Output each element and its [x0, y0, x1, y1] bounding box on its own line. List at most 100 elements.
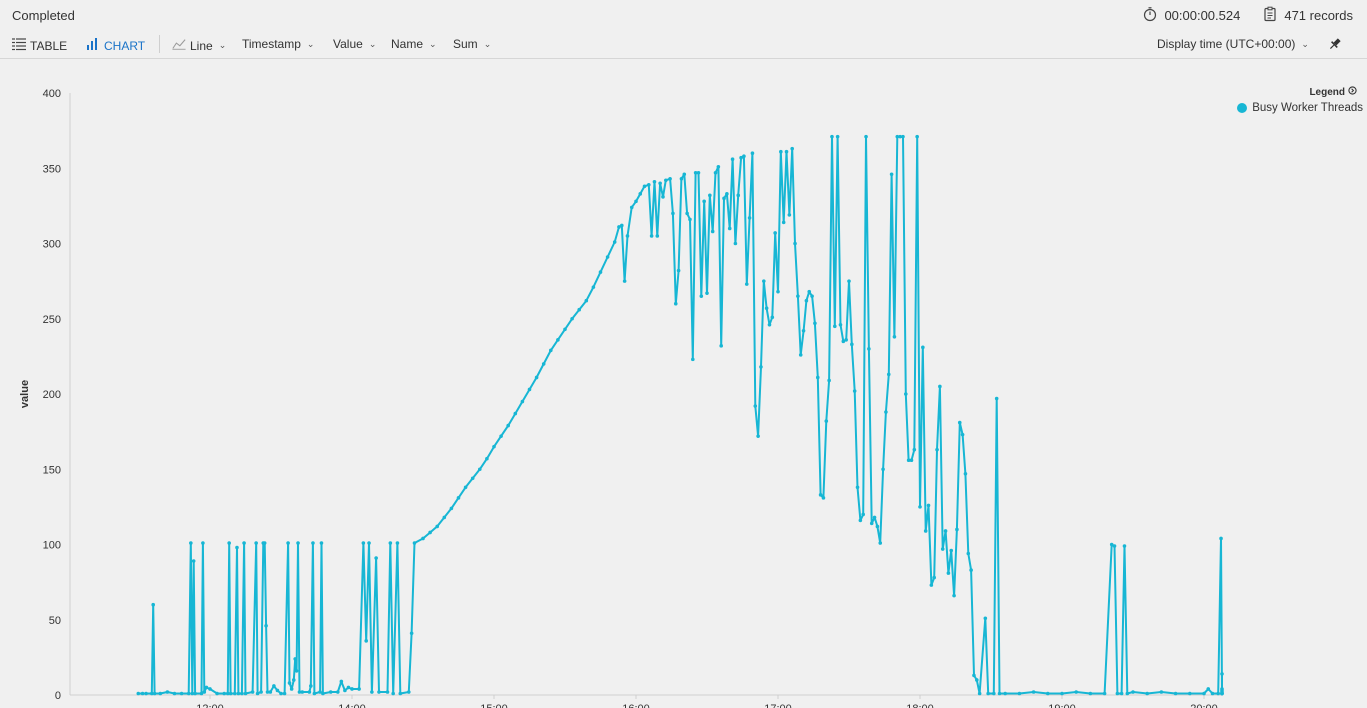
data-point[interactable]	[201, 541, 205, 545]
data-point[interactable]	[612, 240, 617, 244]
data-point[interactable]	[370, 690, 374, 694]
data-point[interactable]	[943, 529, 948, 533]
data-point[interactable]	[463, 485, 468, 490]
data-point[interactable]	[634, 199, 638, 204]
data-point[interactable]	[1119, 691, 1124, 696]
data-point[interactable]	[685, 211, 689, 216]
data-point[interactable]	[869, 521, 874, 526]
data-point[interactable]	[492, 444, 496, 449]
data-point[interactable]	[165, 690, 170, 694]
data-point[interactable]	[918, 505, 922, 509]
data-point[interactable]	[312, 691, 317, 696]
data-point[interactable]	[901, 134, 905, 139]
data-point[interactable]	[855, 485, 860, 490]
data-point[interactable]	[1088, 691, 1093, 696]
data-point[interactable]	[259, 690, 263, 694]
data-point[interactable]	[151, 602, 155, 607]
data-point[interactable]	[549, 348, 553, 353]
data-point[interactable]	[912, 447, 917, 452]
data-point[interactable]	[696, 170, 701, 175]
data-point[interactable]	[605, 255, 610, 259]
data-point[interactable]	[676, 268, 681, 273]
data-point[interactable]	[262, 541, 267, 545]
data-point[interactable]	[264, 623, 268, 628]
data-point[interactable]	[702, 199, 706, 204]
data-point[interactable]	[986, 691, 990, 696]
data-point[interactable]	[527, 387, 532, 392]
data-point[interactable]	[655, 234, 660, 238]
data-point[interactable]	[815, 375, 820, 380]
data-point[interactable]	[892, 335, 897, 339]
data-point[interactable]	[889, 172, 894, 177]
data-point[interactable]	[824, 419, 829, 423]
data-point[interactable]	[713, 170, 718, 175]
data-point[interactable]	[1210, 691, 1215, 696]
data-point[interactable]	[391, 691, 395, 696]
data-point[interactable]	[915, 134, 919, 139]
data-point[interactable]	[346, 685, 351, 690]
legend-item-busy-worker-threads[interactable]: Busy Worker Threads	[1237, 102, 1363, 114]
data-point[interactable]	[975, 678, 979, 682]
data-point[interactable]	[140, 691, 145, 696]
data-point[interactable]	[152, 691, 157, 696]
data-point[interactable]	[921, 345, 925, 350]
data-point[interactable]	[705, 291, 709, 295]
data-point[interactable]	[1131, 690, 1135, 694]
data-point[interactable]	[679, 176, 684, 181]
data-point[interactable]	[377, 690, 381, 694]
data-point[interactable]	[730, 157, 735, 162]
data-point[interactable]	[818, 493, 823, 497]
data-point[interactable]	[598, 270, 603, 274]
data-point[interactable]	[957, 420, 962, 425]
data-point[interactable]	[642, 184, 647, 189]
data-point[interactable]	[499, 434, 503, 438]
data-point[interactable]	[762, 279, 766, 283]
data-point[interactable]	[867, 347, 871, 351]
data-point[interactable]	[864, 134, 868, 139]
data-point[interactable]	[955, 527, 959, 532]
data-point[interactable]	[977, 691, 982, 696]
data-point[interactable]	[242, 541, 246, 545]
data-point[interactable]	[649, 234, 654, 238]
data-point[interactable]	[747, 216, 752, 220]
data-point[interactable]	[736, 193, 741, 198]
data-point[interactable]	[300, 690, 305, 694]
data-point[interactable]	[293, 657, 298, 661]
data-point[interactable]	[966, 551, 971, 556]
data-point[interactable]	[759, 365, 763, 369]
data-point[interactable]	[872, 515, 877, 520]
data-point[interactable]	[1122, 544, 1127, 548]
data-point[interactable]	[804, 298, 809, 303]
data-point[interactable]	[807, 289, 812, 294]
data-point[interactable]	[1060, 691, 1064, 696]
data-point[interactable]	[336, 690, 340, 694]
data-point[interactable]	[756, 434, 760, 438]
data-point[interactable]	[646, 183, 651, 187]
data-point[interactable]	[1031, 690, 1036, 694]
data-point[interactable]	[1115, 691, 1120, 696]
y-axis-dropdown[interactable]: Value ⌄	[333, 37, 376, 51]
data-point[interactable]	[233, 691, 237, 696]
data-point[interactable]	[357, 687, 361, 691]
data-point[interactable]	[189, 541, 193, 545]
data-point[interactable]	[835, 134, 840, 139]
data-point[interactable]	[287, 681, 292, 685]
data-point[interactable]	[456, 496, 461, 500]
data-point[interactable]	[779, 149, 783, 154]
split-by-dropdown[interactable]: Name ⌄	[391, 37, 437, 51]
data-point[interactable]	[291, 678, 296, 682]
data-point[interactable]	[699, 294, 704, 298]
data-point[interactable]	[1220, 672, 1224, 676]
data-point[interactable]	[710, 229, 715, 234]
data-point[interactable]	[960, 432, 965, 437]
data-point[interactable]	[1046, 691, 1050, 696]
data-point[interactable]	[321, 691, 325, 696]
data-point[interactable]	[821, 496, 826, 500]
data-point[interactable]	[1216, 691, 1220, 696]
data-point[interactable]	[722, 196, 726, 201]
data-point[interactable]	[668, 176, 672, 181]
data-point[interactable]	[972, 673, 976, 678]
data-point[interactable]	[708, 193, 712, 198]
data-point[interactable]	[296, 541, 300, 545]
data-point[interactable]	[742, 154, 746, 159]
